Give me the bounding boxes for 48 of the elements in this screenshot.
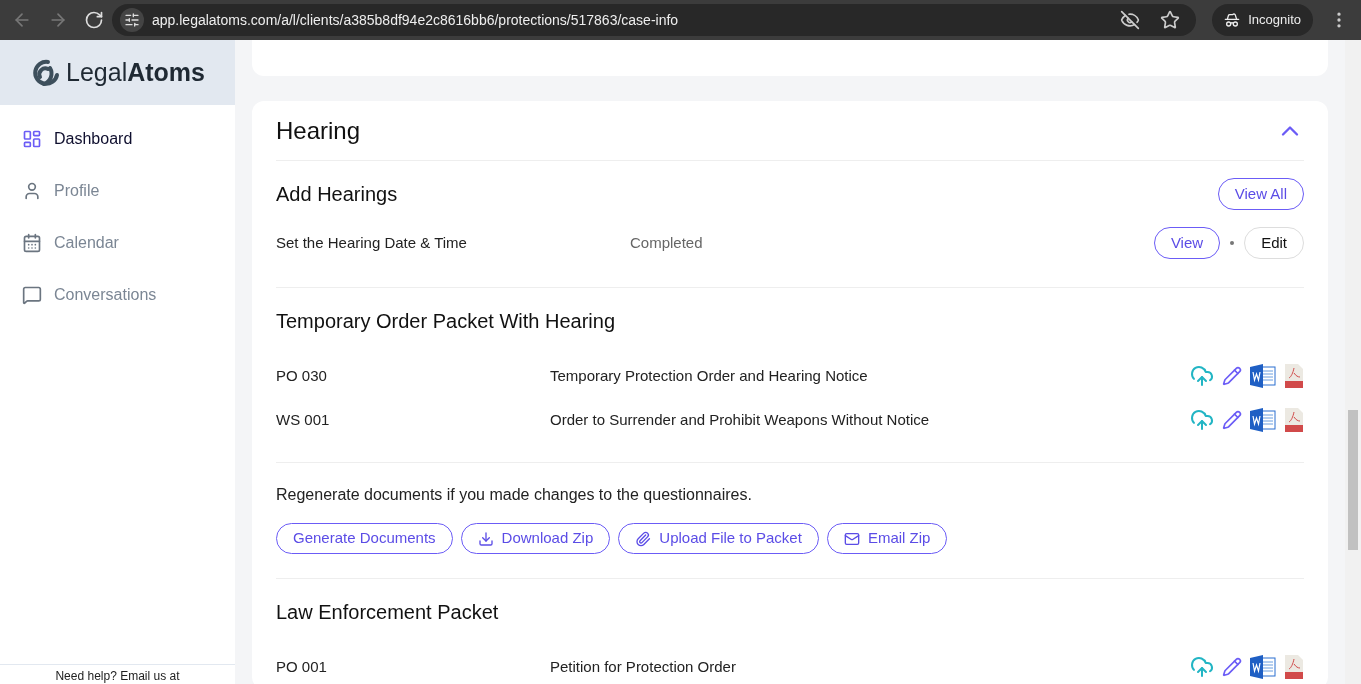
incognito-chip[interactable]: Incognito (1212, 4, 1313, 36)
packet-title: Law Enforcement Packet (276, 600, 499, 625)
cloud-upload-icon[interactable] (1190, 408, 1214, 432)
address-bar[interactable]: app.legalatoms.com/a/l/clients/a385b8df94e2c8616bb6/protections/517863/case-info (112, 4, 1197, 36)
edit-icon[interactable] (1222, 410, 1242, 430)
reload-icon[interactable] (84, 10, 104, 30)
scrollbar[interactable] (1345, 40, 1361, 684)
calendar-icon (22, 233, 42, 253)
url-text: app.legalatoms.com/a/l/clients/a385b8df94e2c8616bb6/protections/517863/case-info (152, 10, 680, 30)
nav-item[interactable]: Profile (0, 165, 235, 217)
envelope-icon (843, 530, 860, 547)
regenerate-note: Regenerate documents if you made changes to the questionnaires. (276, 485, 753, 505)
help-footer: Need help? Email us at (0, 664, 235, 684)
document-code: WS 001 (276, 409, 331, 430)
pdf-file-icon[interactable] (1284, 408, 1304, 432)
edit-icon[interactable] (1222, 366, 1242, 386)
document-title: Petition for Protection Order (550, 656, 737, 677)
nav-item[interactable]: Dashboard (0, 113, 235, 165)
nav-item[interactable]: Calendar (0, 217, 235, 269)
document-title: Temporary Protection Order and Hearing Notice (550, 365, 869, 386)
download-icon (477, 530, 494, 547)
site-settings-button[interactable] (120, 8, 144, 32)
edit-icon[interactable] (1222, 657, 1242, 677)
section-title: Hearing (276, 115, 361, 146)
pdf-file-icon[interactable] (1284, 655, 1304, 679)
packet-title: Temporary Order Packet With Hearing (276, 309, 615, 334)
word-document-icon[interactable] (1250, 364, 1276, 388)
sliders-icon (124, 12, 140, 28)
document-code: PO 001 (276, 656, 328, 677)
eye-off-icon[interactable] (1120, 10, 1141, 30)
word-document-icon[interactable] (1250, 655, 1276, 679)
word-document-icon[interactable] (1250, 408, 1276, 432)
nav-item[interactable]: Conversations (0, 269, 235, 321)
document-title: Order to Surrender and Prohibit Weapons Without Notice (550, 409, 931, 430)
hearing-status: Completed (630, 232, 704, 253)
paperclip-icon (635, 530, 652, 547)
chat-bubble-icon (22, 285, 42, 305)
cloud-upload-icon[interactable] (1190, 364, 1214, 388)
document-code: PO 030 (276, 365, 328, 386)
logo-text: LegalAtoms (66, 56, 205, 88)
cloud-upload-icon[interactable] (1190, 655, 1214, 679)
subsection-title: Add Hearings (276, 182, 398, 207)
bookmark-star-icon[interactable] (1160, 10, 1181, 30)
pdf-file-icon[interactable] (1284, 364, 1304, 388)
incognito-icon (1224, 12, 1241, 28)
dashboard-icon (22, 129, 42, 149)
hearing-label: Set the Hearing Date & Time (276, 232, 468, 253)
person-icon (22, 181, 42, 201)
